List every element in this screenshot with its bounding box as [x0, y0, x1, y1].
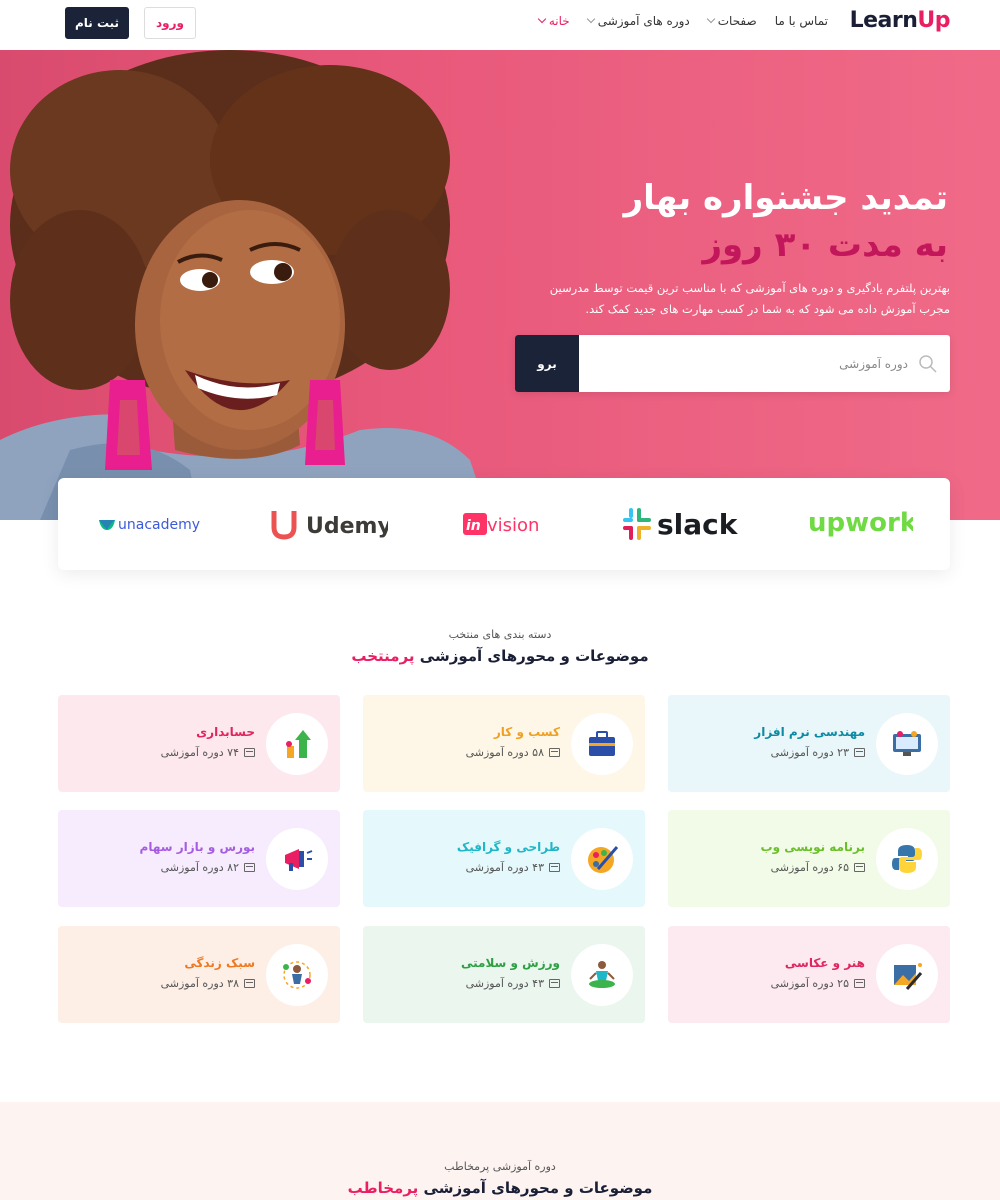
nav-contact[interactable]: تماس با ما	[775, 14, 828, 28]
category-card-software-engineering[interactable]: مهندسی نرم افزار ۲۳ دوره آموزشی	[668, 695, 950, 792]
category-name: برنامه نویسی وب	[760, 840, 865, 854]
hero-woman-image	[0, 50, 520, 520]
category-card-accounting[interactable]: حسابداری ۷۴ دوره آموزشی	[58, 695, 340, 792]
category-course-count: ۴۳ دوره آموزشی	[466, 977, 560, 990]
logo[interactable]: LearnUp	[850, 8, 951, 33]
category-name: طراحی و گرافیک	[456, 840, 560, 854]
category-name: ورزش و سلامتی	[460, 956, 560, 970]
brand-invision: in vision	[463, 506, 548, 542]
category-card-sport-health[interactable]: ورزش و سلامتی ۴۳ دوره آموزشی	[363, 926, 645, 1023]
category-course-count: ۷۴ دوره آموزشی	[161, 746, 255, 759]
categories-caption: دسته بندی های منتخب	[448, 628, 552, 641]
category-course-count: ۶۵ دوره آموزشی	[771, 861, 865, 874]
category-name: سبک زندگی	[184, 956, 255, 970]
category-card-art-photography[interactable]: هنر و عکاسی ۲۵ دوره آموزشی	[668, 926, 950, 1023]
brand-unacademy: unacademy	[98, 506, 203, 542]
partner-brands: upwork slack in vision Udemy unacademy	[58, 478, 950, 570]
nav-courses[interactable]: دوره های آموزشی	[586, 14, 690, 28]
svg-text:vision: vision	[487, 515, 539, 536]
video-icon	[549, 979, 560, 988]
category-course-count: ۳۸ دوره آموزشی	[161, 977, 255, 990]
login-button[interactable]: ورود	[144, 7, 196, 39]
udemy-logo-icon: Udemy	[271, 511, 388, 540]
search-icon	[919, 355, 937, 373]
search-go-button[interactable]: برو	[515, 335, 579, 392]
video-icon	[244, 979, 255, 988]
chevron-down-icon	[706, 14, 715, 24]
unacademy-logo-icon: unacademy	[99, 517, 200, 533]
video-icon	[244, 748, 255, 757]
svg-text:upwork: upwork	[808, 508, 913, 538]
svg-text:unacademy: unacademy	[118, 517, 200, 533]
video-icon	[549, 748, 560, 757]
hero-description: بهترین پلتفرم یادگیری و دوره های آموزشی …	[549, 281, 950, 316]
brand-slack: slack	[621, 506, 743, 542]
svg-text:in: in	[466, 518, 481, 534]
site-header: LearnUp خانه دوره های آموزشی صفحات تماس …	[0, 0, 1000, 50]
category-card-web-programming[interactable]: برنامه نویسی وب ۶۵ دوره آموزشی	[668, 810, 950, 907]
category-course-count: ۸۲ دوره آموزشی	[161, 861, 255, 874]
stock-market-icon	[266, 828, 328, 890]
hero-subtitle: به مدت ۳۰ روز	[702, 225, 948, 265]
chevron-down-icon	[586, 14, 595, 24]
video-icon	[854, 863, 865, 872]
category-course-count: ۲۳ دوره آموزشی	[771, 746, 865, 759]
chevron-down-icon	[537, 14, 547, 24]
popular-caption: دوره آموزشی پرمخاطب	[444, 1160, 556, 1173]
category-course-count: ۲۵ دوره آموزشی	[771, 977, 865, 990]
hero-banner: تمدید جشنواره بهار به مدت ۳۰ روز بهترین …	[0, 50, 1000, 520]
python-icon	[876, 828, 938, 890]
category-name: حسابداری	[196, 725, 255, 739]
upwork-logo-icon: upwork	[808, 508, 913, 538]
categories-title: موضوعات و محورهای آموزشی پرمنتخب	[351, 647, 649, 665]
nav-home[interactable]: خانه	[537, 14, 570, 28]
yoga-icon	[571, 944, 633, 1006]
popular-title: موضوعات و محورهای آموزشی پرمخاطب	[347, 1179, 653, 1197]
category-name: بورس و بازار سهام	[139, 840, 255, 854]
art-photo-icon	[876, 944, 938, 1006]
brand-udemy: Udemy	[268, 506, 388, 542]
software-engineering-icon	[876, 713, 938, 775]
search-input[interactable]	[588, 335, 908, 392]
main-nav: خانه دوره های آموزشی صفحات تماس با ما	[537, 14, 828, 28]
video-icon	[854, 979, 865, 988]
category-card-stock-market[interactable]: بورس و بازار سهام ۸۲ دوره آموزشی	[58, 810, 340, 907]
category-card-lifestyle[interactable]: سبک زندگی ۳۸ دوره آموزشی	[58, 926, 340, 1023]
video-icon	[549, 863, 560, 872]
category-course-count: ۴۳ دوره آموزشی	[466, 861, 560, 874]
accounting-chart-icon	[266, 713, 328, 775]
lifestyle-icon	[266, 944, 328, 1006]
category-card-design-graphics[interactable]: طراحی و گرافیک ۴۳ دوره آموزشی	[363, 810, 645, 907]
category-card-business[interactable]: کسب و کار ۵۸ دوره آموزشی	[363, 695, 645, 792]
category-name: مهندسی نرم افزار	[754, 725, 865, 739]
category-name: کسب و کار	[493, 725, 560, 739]
hero-title: تمدید جشنواره بهار	[623, 178, 948, 218]
brand-upwork: upwork	[808, 506, 913, 542]
nav-pages[interactable]: صفحات	[706, 14, 757, 28]
category-name: هنر و عکاسی	[784, 956, 865, 970]
register-button[interactable]: ثبت نام	[65, 7, 129, 39]
video-icon	[244, 863, 255, 872]
video-icon	[854, 748, 865, 757]
course-search-box: برو	[515, 335, 950, 392]
svg-text:slack: slack	[657, 508, 739, 541]
palette-icon	[571, 828, 633, 890]
slack-logo-icon: slack	[623, 508, 739, 541]
invision-logo-icon: in vision	[463, 513, 539, 536]
briefcase-icon	[571, 713, 633, 775]
svg-text:Udemy: Udemy	[306, 514, 388, 539]
category-course-count: ۵۸ دوره آموزشی	[466, 746, 560, 759]
